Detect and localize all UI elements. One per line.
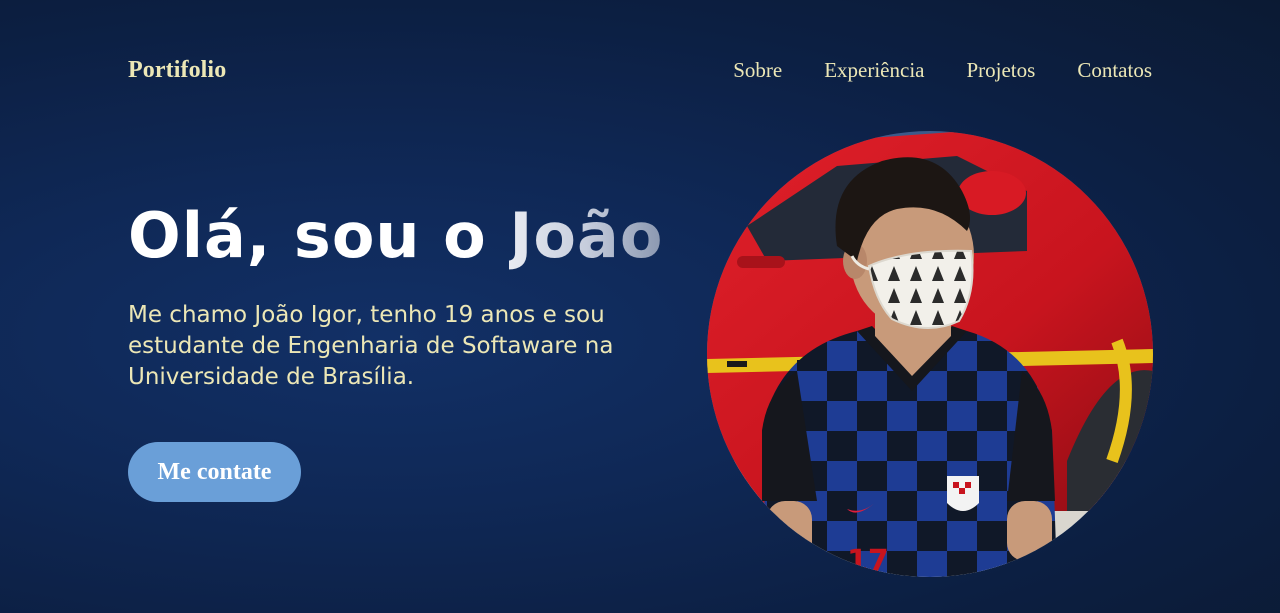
navbar: Portifolio Sobre Experiência Projetos Co… — [128, 50, 1152, 90]
hero-section: Olá, sou o João Me chamo João Igor, tenh… — [128, 196, 688, 393]
hero-greeting: Olá, sou o — [128, 199, 510, 272]
shirt-number: 17 — [847, 544, 889, 577]
hero-description: Me chamo João Igor, tenho 19 anos e sou … — [128, 302, 614, 390]
nav-link-projetos[interactable]: Projetos — [966, 58, 1035, 83]
avatar-photo: 17 — [707, 131, 1153, 577]
page: Portifolio Sobre Experiência Projetos Co… — [0, 0, 1280, 613]
nav-link-contatos[interactable]: Contatos — [1077, 58, 1152, 83]
nav-link-sobre[interactable]: Sobre — [733, 58, 782, 83]
hero-title: Olá, sou o João — [128, 196, 688, 276]
hero-name: João — [509, 199, 664, 272]
nav-links: Sobre Experiência Projetos Contatos — [733, 58, 1152, 83]
contact-button[interactable]: Me contate — [128, 442, 301, 502]
logo[interactable]: Portifolio — [128, 57, 226, 84]
nav-link-experiencia[interactable]: Experiência — [824, 58, 924, 83]
avatar: 17 — [707, 131, 1153, 577]
